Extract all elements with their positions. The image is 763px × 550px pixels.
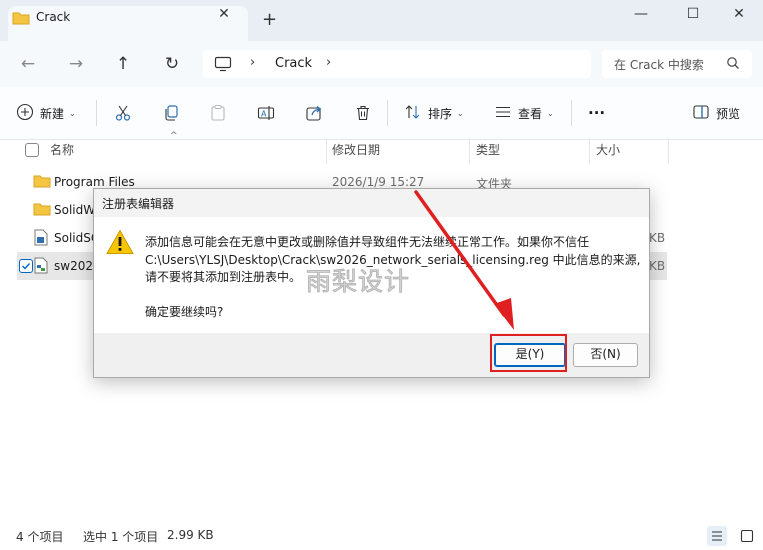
file-name: SolidW bbox=[54, 203, 96, 217]
computer-icon bbox=[214, 56, 232, 75]
svg-text:A: A bbox=[261, 110, 267, 119]
dialog-title-bar[interactable] bbox=[94, 189, 649, 217]
preview-button[interactable]: 预览 bbox=[692, 104, 740, 122]
back-button[interactable]: ← bbox=[16, 52, 40, 76]
column-divider[interactable] bbox=[589, 138, 590, 164]
toolbar-divider bbox=[387, 100, 388, 126]
sort-icon bbox=[404, 103, 422, 124]
folder-icon bbox=[12, 10, 30, 29]
select-all-checkbox[interactable] bbox=[25, 143, 39, 160]
tiles-view-button[interactable] bbox=[737, 526, 757, 546]
minimize-button[interactable]: — bbox=[626, 6, 656, 22]
chevron-down-icon: ⌄ bbox=[457, 108, 464, 118]
column-header-name[interactable]: 名称 bbox=[50, 142, 74, 164]
status-selection: 选中 1 个项目 bbox=[83, 530, 159, 544]
preview-label: 预览 bbox=[716, 106, 741, 121]
annotation-arrow-icon bbox=[414, 190, 514, 330]
column-divider[interactable] bbox=[326, 138, 327, 164]
refresh-button[interactable]: ↻ bbox=[160, 52, 184, 76]
dialog-message-line: 添加信息可能会在无意中更改或删除值并导致组件无法继续正常工作。如果你不信任 bbox=[145, 235, 590, 249]
warning-icon bbox=[106, 229, 134, 258]
share-icon[interactable] bbox=[305, 104, 323, 122]
status-size: 2.99 KB bbox=[167, 528, 214, 542]
sort-label: 排序 bbox=[428, 106, 453, 121]
watermark: 雨梨设计 bbox=[305, 267, 411, 297]
view-icon bbox=[494, 103, 512, 124]
breadcrumb-separator: › bbox=[250, 55, 256, 70]
view-button[interactable]: 查看 ⌄ bbox=[494, 104, 554, 122]
paste-icon[interactable] bbox=[209, 104, 227, 122]
sort-button[interactable]: 排序 ⌄ bbox=[404, 104, 464, 122]
copy-icon[interactable] bbox=[162, 104, 180, 122]
column-header-date[interactable]: 修改日期 bbox=[332, 142, 380, 164]
plus-icon bbox=[16, 103, 34, 124]
chevron-down-icon: ⌄ bbox=[69, 108, 76, 118]
breadcrumb-item-crack[interactable]: Crack bbox=[275, 56, 312, 71]
search-icon bbox=[726, 56, 740, 73]
registry-file-icon bbox=[34, 257, 48, 277]
dialog-title: 注册表编辑器 bbox=[102, 197, 175, 211]
column-divider[interactable] bbox=[469, 138, 470, 164]
status-item-count: 4 个项目 bbox=[16, 530, 64, 544]
folder-icon bbox=[33, 201, 51, 220]
file-size: KB bbox=[649, 231, 666, 245]
tab-close-icon[interactable]: ✕ bbox=[214, 6, 234, 22]
toolbar-divider bbox=[571, 100, 572, 126]
details-view-button[interactable] bbox=[707, 526, 727, 546]
folder-icon bbox=[33, 173, 51, 192]
row-checkbox[interactable] bbox=[19, 259, 33, 276]
search-input[interactable]: 在 Crack 中搜索 bbox=[614, 56, 710, 73]
sort-caret-icon: ^ bbox=[170, 131, 178, 141]
view-label: 查看 bbox=[518, 106, 543, 121]
chevron-down-icon: ⌄ bbox=[547, 108, 554, 118]
maximize-button[interactable]: ☐ bbox=[678, 6, 708, 22]
close-window-button[interactable]: ✕ bbox=[724, 6, 754, 22]
rename-icon[interactable]: A bbox=[257, 104, 275, 122]
cut-icon[interactable] bbox=[114, 104, 132, 122]
column-header-size[interactable]: 大小 bbox=[596, 142, 620, 164]
breadcrumb-expand[interactable]: › bbox=[326, 55, 331, 70]
file-name: Program Files bbox=[54, 175, 135, 189]
forward-button[interactable]: → bbox=[64, 52, 88, 76]
new-label: 新建 bbox=[40, 106, 65, 121]
column-header-type[interactable]: 类型 bbox=[476, 142, 500, 164]
document-icon bbox=[34, 229, 48, 249]
new-tab-button[interactable]: + bbox=[262, 11, 277, 29]
new-button[interactable]: 新建 ⌄ bbox=[16, 103, 76, 124]
dialog-question: 确定要继续吗? bbox=[145, 305, 224, 319]
no-button[interactable]: 否(N) bbox=[573, 343, 638, 367]
toolbar-divider bbox=[96, 100, 97, 126]
address-bar[interactable] bbox=[203, 50, 591, 78]
column-divider[interactable] bbox=[668, 138, 669, 164]
tab-title: Crack bbox=[36, 10, 71, 24]
up-button[interactable]: ↑ bbox=[111, 52, 135, 76]
more-icon[interactable]: ··· bbox=[588, 104, 605, 122]
delete-icon[interactable] bbox=[354, 104, 372, 122]
file-size: KB bbox=[649, 259, 666, 273]
preview-icon bbox=[692, 103, 710, 124]
